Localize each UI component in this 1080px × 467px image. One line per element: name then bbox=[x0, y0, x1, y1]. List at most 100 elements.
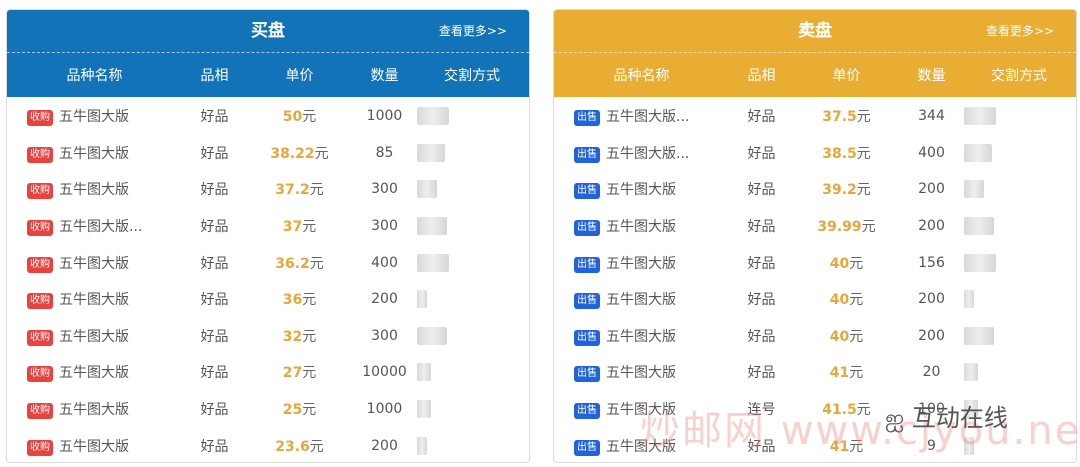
product-cell[interactable]: 收购 五牛图大版 bbox=[7, 362, 182, 383]
qty-cell: 400 bbox=[918, 144, 945, 161]
product-cell[interactable]: 出售 五牛图大版... bbox=[554, 143, 729, 163]
blurred-delivery bbox=[964, 363, 978, 382]
table-row[interactable]: 收购 五牛图大版 好品 37.2元 300 bbox=[7, 171, 529, 208]
grade-cell: 好品 bbox=[200, 219, 229, 236]
product-cell[interactable]: 收购 五牛图大版 bbox=[7, 179, 182, 200]
price-value: 41 bbox=[829, 365, 850, 382]
grade-cell: 好品 bbox=[200, 145, 229, 162]
product-cell[interactable]: 收购 五牛图大版 bbox=[7, 399, 182, 420]
table-row[interactable]: 收购 五牛图大版 好品 36元 200 bbox=[7, 281, 529, 318]
price-unit: 元 bbox=[856, 145, 871, 162]
price-value: 23.6 bbox=[275, 438, 310, 455]
product-cell[interactable]: 收购 五牛图大版 bbox=[7, 326, 182, 346]
product-name: 五牛图大版 bbox=[606, 182, 676, 199]
product-name: 五牛图大版... bbox=[59, 219, 143, 236]
table-row[interactable]: 出售 五牛图大版 好品 39.2元 200 bbox=[554, 171, 1076, 208]
product-name: 五牛图大版 bbox=[59, 328, 129, 345]
product-name: 五牛图大版 bbox=[59, 438, 129, 455]
price-value: 38.5 bbox=[822, 145, 857, 162]
product-cell[interactable]: 出售 五牛图大版 bbox=[554, 289, 729, 310]
product-cell[interactable]: 收购 五牛图大版 bbox=[7, 289, 182, 310]
buy-view-more-link[interactable]: 查看更多>> bbox=[439, 10, 507, 52]
table-row[interactable]: 收购 五牛图大版 好品 36.2元 400 bbox=[7, 244, 529, 281]
product-cell[interactable]: 收购 五牛图大版 bbox=[7, 143, 182, 163]
product-name: 五牛图大版 bbox=[606, 255, 676, 272]
order-type-badge: 出售 bbox=[574, 110, 600, 127]
price-unit: 元 bbox=[302, 365, 317, 382]
product-name: 五牛图大版 bbox=[606, 219, 676, 236]
table-row[interactable]: 收购 五牛图大版 好品 32元 300 bbox=[7, 318, 529, 355]
table-row[interactable]: 收购 五牛图大版 好品 38.22元 85 bbox=[7, 135, 529, 172]
product-cell[interactable]: 出售 五牛图大版 bbox=[554, 362, 729, 383]
price-value: 25 bbox=[282, 402, 303, 419]
order-type-badge: 收购 bbox=[27, 256, 53, 273]
table-row[interactable]: 收购 五牛图大版... 好品 37元 300 bbox=[7, 208, 529, 245]
table-row[interactable]: 收购 五牛图大版 好品 27元 10000 bbox=[7, 354, 529, 391]
product-cell[interactable]: 出售 五牛图大版... bbox=[554, 106, 729, 127]
delivery-cell bbox=[964, 107, 1074, 126]
order-type-badge: 收购 bbox=[27, 183, 53, 200]
price-unit: 元 bbox=[849, 328, 864, 345]
grade-cell: 好品 bbox=[747, 182, 776, 199]
delivery-cell bbox=[417, 107, 527, 126]
blurred-delivery bbox=[964, 253, 996, 272]
sell-panel-header: 卖盘 查看更多>> bbox=[554, 10, 1076, 53]
order-type-badge: 收购 bbox=[27, 220, 53, 237]
delivery-cell bbox=[417, 217, 527, 236]
sell-view-more-link[interactable]: 查看更多>> bbox=[986, 10, 1054, 52]
grade-cell: 好品 bbox=[747, 109, 776, 126]
price-cell: 36.2元 bbox=[247, 253, 352, 273]
blurred-delivery bbox=[417, 180, 437, 199]
product-cell[interactable]: 收购 五牛图大版... bbox=[7, 216, 182, 237]
delivery-cell bbox=[417, 143, 527, 162]
table-row[interactable]: 出售 五牛图大版 好品 40元 200 bbox=[554, 318, 1076, 355]
product-cell[interactable]: 出售 五牛图大版 bbox=[554, 179, 729, 200]
delivery-cell bbox=[964, 180, 1074, 199]
product-cell[interactable]: 收购 五牛图大版 bbox=[7, 253, 182, 273]
price-unit: 元 bbox=[849, 365, 864, 382]
price-cell: 50元 bbox=[247, 106, 352, 126]
qty-cell: 85 bbox=[375, 144, 394, 161]
qty-cell: 1000 bbox=[366, 401, 403, 418]
product-cell[interactable]: 收购 五牛图大版 bbox=[7, 106, 182, 127]
order-type-badge: 收购 bbox=[27, 366, 53, 383]
price-cell: 40元 bbox=[794, 289, 899, 309]
blurred-delivery bbox=[417, 363, 431, 382]
table-row[interactable]: 出售 五牛图大版 好品 40元 156 bbox=[554, 244, 1076, 281]
product-cell[interactable]: 收购 五牛图大版 bbox=[7, 436, 182, 456]
table-row[interactable]: 出售 五牛图大版 好品 39.99元 200 bbox=[554, 208, 1076, 245]
table-row[interactable]: 收购 五牛图大版 好品 50元 1000 bbox=[7, 98, 529, 135]
blurred-delivery bbox=[417, 326, 447, 345]
price-value: 40 bbox=[829, 255, 850, 272]
price-cell: 25元 bbox=[247, 399, 352, 419]
qty-cell: 200 bbox=[918, 327, 945, 344]
price-unit: 元 bbox=[302, 109, 317, 126]
blurred-delivery bbox=[964, 107, 996, 126]
price-unit: 元 bbox=[314, 145, 329, 162]
price-cell: 37.5元 bbox=[794, 106, 899, 126]
col-qty: 数量 bbox=[370, 68, 399, 84]
product-cell[interactable]: 出售 五牛图大版 bbox=[554, 326, 729, 346]
table-row[interactable]: 收购 五牛图大版 好品 25元 1000 bbox=[7, 391, 529, 428]
product-cell[interactable]: 出售 五牛图大版 bbox=[554, 253, 729, 273]
price-unit: 元 bbox=[302, 328, 317, 345]
price-unit: 元 bbox=[302, 402, 317, 419]
col-qty: 数量 bbox=[917, 68, 946, 84]
order-type-badge: 出售 bbox=[574, 293, 600, 310]
table-row[interactable]: 出售 五牛图大版 好品 40元 200 bbox=[554, 281, 1076, 318]
delivery-cell bbox=[417, 436, 527, 455]
order-type-badge: 出售 bbox=[574, 256, 600, 273]
qty-cell: 20 bbox=[922, 364, 941, 381]
table-row[interactable]: 出售 五牛图大版... 好品 37.5元 344 bbox=[554, 98, 1076, 135]
delivery-cell bbox=[964, 253, 1074, 272]
price-cell: 27元 bbox=[247, 362, 352, 382]
table-row[interactable]: 收购 五牛图大版 好品 23.6元 200 bbox=[7, 427, 529, 462]
table-row[interactable]: 出售 五牛图大版... 好品 38.5元 400 bbox=[554, 135, 1076, 172]
table-row[interactable]: 出售 五牛图大版 好品 41元 20 bbox=[554, 354, 1076, 391]
wechat-label: 互动在线 bbox=[911, 404, 1008, 432]
product-name: 五牛图大版... bbox=[606, 109, 690, 126]
product-name: 五牛图大版 bbox=[606, 292, 676, 309]
product-cell[interactable]: 出售 五牛图大版 bbox=[554, 216, 729, 237]
price-value: 36 bbox=[282, 292, 303, 309]
order-type-badge: 收购 bbox=[27, 293, 53, 310]
